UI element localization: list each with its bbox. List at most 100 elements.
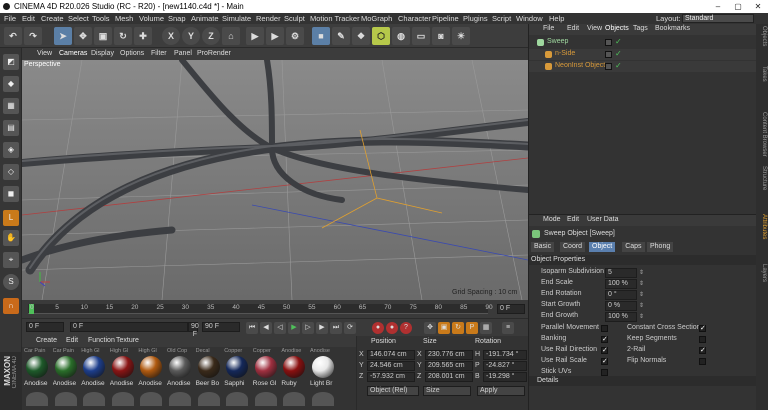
right-tab-attributes[interactable]: Attributes — [757, 214, 767, 239]
right-tab-content-browser[interactable]: Content Browser — [757, 112, 767, 157]
autokey-icon[interactable]: ● — [386, 322, 398, 334]
object-row[interactable]: Sweep ✓ — [529, 37, 757, 48]
object-menu-objects[interactable]: Objects — [605, 25, 629, 32]
camera-icon[interactable]: ◙ — [432, 27, 450, 45]
material-preview-row2[interactable] — [312, 392, 334, 406]
render-view-icon[interactable]: ▶ — [246, 27, 264, 45]
close-icon[interactable]: ✕ — [748, 0, 768, 13]
array-icon[interactable]: ⬡ — [372, 27, 390, 45]
attr-checkbox-constant-cross-section[interactable]: ✓ — [699, 325, 706, 332]
attr-checkbox-keep-segments[interactable] — [699, 336, 706, 343]
material-swatch[interactable]: Old Cop Anodise — [167, 348, 194, 408]
key-scale-icon[interactable]: ▣ — [438, 322, 450, 334]
coordinate-mode-dropdown[interactable]: Object (Rel) — [367, 386, 419, 396]
attr-checkbox-use-rail-scale[interactable]: ✓ — [601, 358, 608, 365]
select-icon[interactable]: ➤ — [54, 27, 72, 45]
rotate-icon[interactable]: ↻ — [114, 27, 132, 45]
menu-item-window[interactable]: Window — [516, 13, 543, 24]
menu-item-mograph[interactable]: MoGraph — [361, 13, 392, 24]
workplane-icon[interactable]: ▤ — [3, 120, 19, 136]
position-z-field[interactable]: -57.932 cm — [367, 372, 415, 382]
material-swatch[interactable]: High Gl Anodise — [138, 348, 165, 408]
attr-field-end-growth[interactable]: 100 % — [605, 312, 637, 322]
material-menu-texture[interactable]: Texture — [116, 337, 139, 344]
key-pla-icon[interactable]: ▦ — [480, 322, 492, 334]
menu-item-mesh[interactable]: Mesh — [115, 13, 133, 24]
edges-mode-icon[interactable]: ◇ — [3, 164, 19, 180]
object-menu-edit[interactable]: Edit — [567, 25, 579, 32]
attr-checkbox-parallel-movement[interactable] — [601, 325, 608, 332]
viewport-menu-display[interactable]: Display — [91, 48, 114, 60]
subdivision-icon[interactable]: ❖ — [352, 27, 370, 45]
material-swatch[interactable]: High Gl Anodise — [81, 348, 108, 408]
object-menu-view[interactable]: View — [587, 25, 602, 32]
next-frame-icon[interactable]: ▷ — [302, 322, 314, 334]
redo-icon[interactable]: ↷ — [24, 27, 42, 45]
key-position-icon[interactable]: ✥ — [424, 322, 436, 334]
attribute-menu-mode[interactable]: Mode — [543, 216, 561, 223]
material-swatch[interactable]: Car Pain Anodise — [53, 348, 80, 408]
menu-item-script[interactable]: Script — [492, 13, 511, 24]
move-icon[interactable]: ✥ — [74, 27, 92, 45]
attribute-menu-edit[interactable]: Edit — [567, 216, 579, 223]
right-tab-objects[interactable]: Objects — [757, 26, 767, 46]
x-axis-lock-button[interactable]: X — [162, 27, 180, 45]
menu-item-pipeline[interactable]: Pipeline — [432, 13, 459, 24]
attr-stepper[interactable]: ⇕ — [639, 302, 644, 309]
render-settings-icon[interactable]: ⚙ — [286, 27, 304, 45]
right-tab-layers[interactable]: Layers — [757, 264, 767, 282]
size-x-field[interactable]: 230.776 cm — [425, 350, 473, 360]
attr-stepper[interactable]: ⇕ — [639, 269, 644, 276]
points-mode-icon[interactable]: ◈ — [3, 142, 19, 158]
attribute-tab-phong[interactable]: Phong — [647, 242, 674, 252]
prev-key-icon[interactable]: ◀ — [260, 322, 272, 334]
object-row[interactable]: NeonInst Object ✓ — [529, 61, 757, 72]
material-preview[interactable] — [254, 356, 277, 378]
material-preview-row2[interactable] — [254, 392, 277, 406]
details-section-header[interactable]: Details — [529, 376, 757, 386]
polygons-mode-icon[interactable]: ◼ — [3, 186, 19, 202]
tweak-icon[interactable]: ✋ — [3, 230, 19, 246]
size-z-field[interactable]: 208.001 cm — [425, 372, 473, 382]
z-axis-lock-button[interactable]: Z — [202, 27, 220, 45]
object-enabled-icon[interactable]: ✓ — [615, 37, 622, 46]
keyframe-selection-icon[interactable]: ? — [400, 322, 412, 334]
viewport-menu-panel[interactable]: Panel — [174, 48, 192, 60]
right-tab-structure[interactable]: Structure — [757, 166, 767, 190]
viewport-menu-cameras[interactable]: Cameras — [59, 48, 87, 60]
material-menu-function[interactable]: Function — [88, 337, 115, 344]
position-x-field[interactable]: 146.074 cm — [367, 350, 415, 360]
menu-item-render[interactable]: Render — [256, 13, 281, 24]
viewport-menu-prorender[interactable]: ProRender — [197, 48, 231, 60]
rotation-p-field[interactable]: -24.827 ° — [483, 361, 527, 371]
floor-icon[interactable]: ▭ — [412, 27, 430, 45]
menu-item-tools[interactable]: Tools — [92, 13, 110, 24]
object-name[interactable]: n-Side — [555, 50, 575, 57]
y-axis-lock-button[interactable]: Y — [182, 27, 200, 45]
material-preview[interactable] — [197, 356, 220, 378]
loop-icon[interactable]: ⟳ — [344, 322, 356, 334]
menu-item-volume[interactable]: Volume — [139, 13, 164, 24]
material-preview[interactable] — [54, 356, 77, 378]
material-menu-edit[interactable]: Edit — [66, 337, 78, 344]
menu-item-help[interactable]: Help — [549, 13, 564, 24]
menu-item-character[interactable]: Character — [398, 13, 431, 24]
deformer-icon[interactable]: ◍ — [392, 27, 410, 45]
viewport-menu-filter[interactable]: Filter — [151, 48, 167, 60]
material-preview-row2[interactable] — [197, 392, 220, 406]
material-preview-row2[interactable] — [140, 392, 163, 406]
attr-stepper[interactable]: ⇕ — [639, 313, 644, 320]
material-swatch[interactable]: Copper Sapphi — [224, 348, 251, 408]
rotation-b-field[interactable]: -19.298 ° — [483, 372, 527, 382]
menu-item-select[interactable]: Select — [68, 13, 89, 24]
object-visibility-icon[interactable] — [605, 63, 612, 70]
minimize-icon[interactable]: – — [708, 0, 728, 13]
size-mode-dropdown[interactable]: Size — [423, 386, 471, 396]
attr-field-start-growth[interactable]: 0 % — [605, 301, 637, 311]
material-swatch[interactable]: Copper Rose Gl — [253, 348, 280, 408]
material-menu-create[interactable]: Create — [36, 337, 57, 344]
pen-icon[interactable]: ✎ — [332, 27, 350, 45]
attr-checkbox-2-rail[interactable]: ✓ — [699, 347, 706, 354]
play-icon[interactable]: ▶ — [288, 322, 300, 334]
object-name[interactable]: NeonInst Object — [555, 62, 605, 69]
